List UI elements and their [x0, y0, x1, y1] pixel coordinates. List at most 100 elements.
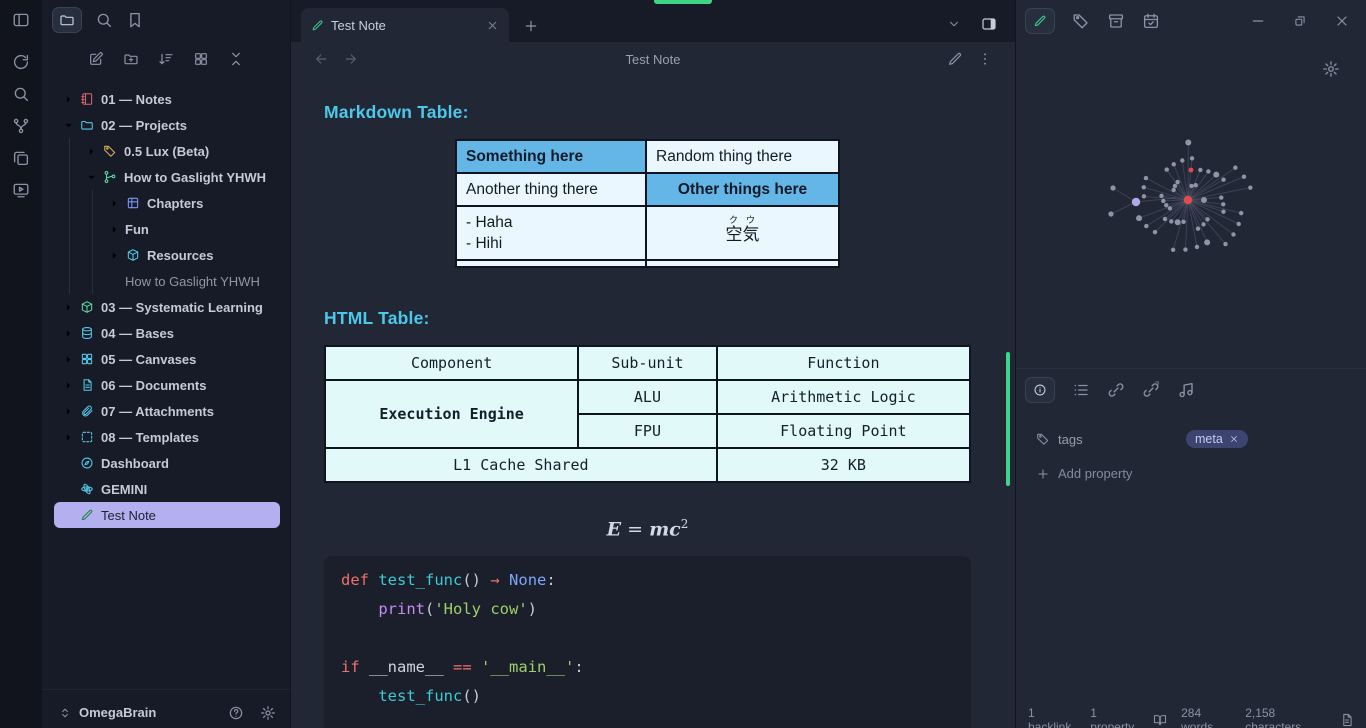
tree-chevron-icon[interactable]: [108, 197, 125, 210]
new-folder-icon[interactable]: [123, 51, 139, 67]
graph-node[interactable]: [1189, 184, 1193, 188]
graph-node[interactable]: [1153, 230, 1157, 234]
html-table-cell[interactable]: Function: [717, 346, 970, 380]
graph-node[interactable]: [1213, 172, 1219, 178]
music-tab-icon[interactable]: [1177, 381, 1195, 399]
md-table-cell[interactable]: [646, 260, 839, 267]
code-block[interactable]: def test_func() → None: print('Holy cow'…: [324, 556, 971, 728]
tree-item[interactable]: 01 — Notes: [54, 86, 280, 112]
file-status-icon[interactable]: [1340, 713, 1354, 727]
graph-node[interactable]: [1221, 209, 1225, 213]
tree-chevron-icon[interactable]: [62, 93, 79, 106]
graph-node[interactable]: [1198, 168, 1202, 172]
graph-node[interactable]: [1233, 165, 1237, 169]
graph-node[interactable]: [1110, 185, 1115, 190]
html-table-cell[interactable]: Execution Engine: [325, 380, 578, 448]
graph-node[interactable]: [1171, 248, 1175, 252]
tree-item[interactable]: 0.5 Lux (Beta): [54, 138, 280, 164]
graph-node[interactable]: [1181, 220, 1185, 224]
graph-settings-icon[interactable]: [1322, 60, 1340, 78]
tree-item[interactable]: 04 — Bases: [54, 320, 280, 346]
md-table-cell[interactable]: - Haha- Hihi: [456, 206, 646, 260]
graph-node[interactable]: [1239, 211, 1243, 215]
sync-icon[interactable]: [12, 53, 30, 71]
chip-remove-icon[interactable]: [1229, 434, 1239, 444]
graph-node[interactable]: [1231, 232, 1235, 236]
tree-chevron-icon[interactable]: [62, 405, 79, 418]
graph-node[interactable]: [1175, 180, 1179, 184]
tree-chevron-icon[interactable]: [85, 171, 102, 184]
graph-node[interactable]: [1190, 156, 1194, 160]
html-table-cell[interactable]: 32 KB: [717, 448, 970, 482]
graph-node-red[interactable]: [1189, 168, 1194, 173]
graph-node[interactable]: [1221, 202, 1225, 206]
graph-node[interactable]: [1144, 176, 1148, 180]
edit-toggle-active[interactable]: [1025, 8, 1055, 34]
graph-node-highlight[interactable]: [1132, 198, 1140, 206]
tags-pane-icon[interactable]: [1072, 12, 1090, 30]
tree-chevron-icon[interactable]: [62, 327, 79, 340]
graph-node[interactable]: [1205, 217, 1209, 221]
graph-node[interactable]: [1223, 242, 1227, 246]
tree-item-selected[interactable]: Test Note: [54, 502, 280, 528]
toggle-left-sidebar-icon[interactable]: [12, 11, 30, 29]
graph-node[interactable]: [1142, 185, 1146, 189]
tree-item[interactable]: Fun: [54, 216, 280, 242]
graph-node[interactable]: [1206, 169, 1210, 173]
markdown-table[interactable]: Something hereRandom thing thereAnother …: [455, 139, 840, 268]
graph-node[interactable]: [1185, 140, 1191, 146]
files-tab-active[interactable]: [52, 7, 82, 33]
tree-item[interactable]: 07 — Attachments: [54, 398, 280, 424]
tree-item[interactable]: 02 — Projects: [54, 112, 280, 138]
property-value-chip[interactable]: meta: [1186, 430, 1248, 448]
tree-chevron-icon[interactable]: [108, 249, 125, 262]
sort-icon[interactable]: [158, 51, 174, 67]
tree-chevron-icon[interactable]: [108, 223, 125, 236]
info-tab-active[interactable]: [1025, 377, 1055, 403]
backlinks-tab-icon[interactable]: [1107, 381, 1125, 399]
graph-node[interactable]: [1242, 175, 1246, 179]
tab-close-icon[interactable]: [486, 19, 499, 32]
graph-node[interactable]: [1201, 222, 1205, 226]
tree-item[interactable]: How to Gaslight YHWH: [54, 268, 280, 294]
graph-node[interactable]: [1172, 162, 1176, 166]
graph-node[interactable]: [1237, 222, 1241, 226]
graph-node[interactable]: [1194, 183, 1198, 187]
graph-node[interactable]: [1221, 177, 1225, 181]
graph-node[interactable]: [1180, 158, 1184, 162]
graph-node[interactable]: [1219, 195, 1223, 199]
property-count[interactable]: 1 property: [1090, 706, 1139, 728]
calendar-icon[interactable]: [1142, 12, 1160, 30]
search-icon[interactable]: [12, 85, 30, 103]
md-table-cell[interactable]: Another thing there: [456, 173, 646, 206]
collapse-all-icon[interactable]: [228, 51, 244, 67]
backlink-count[interactable]: 1 backlink: [1028, 706, 1076, 728]
graph-node[interactable]: [1165, 167, 1169, 171]
tree-item[interactable]: GEMINI: [54, 476, 280, 502]
graph-node[interactable]: [1175, 219, 1181, 225]
graph-node[interactable]: [1161, 199, 1165, 203]
graph-node[interactable]: [1171, 188, 1175, 192]
tree-chevron-icon[interactable]: [62, 379, 79, 392]
graph-node[interactable]: [1196, 226, 1200, 230]
graph-node[interactable]: [1195, 245, 1199, 249]
graph-node[interactable]: [1248, 185, 1252, 189]
add-property-button[interactable]: Add property: [1036, 466, 1346, 481]
html-table-cell[interactable]: Arithmetic Logic: [717, 380, 970, 414]
html-table-cell[interactable]: Sub-unit: [578, 346, 717, 380]
editor[interactable]: Markdown Table: Something hereRandom thi…: [291, 76, 1015, 728]
graph-node[interactable]: [1136, 215, 1142, 221]
graph-node[interactable]: [1108, 211, 1113, 216]
search-tab-icon[interactable]: [95, 11, 113, 29]
new-tab-icon[interactable]: [523, 18, 539, 34]
graph-node[interactable]: [1144, 224, 1148, 228]
graph-node[interactable]: [1142, 194, 1146, 198]
graph-node[interactable]: [1201, 197, 1207, 203]
tree-item[interactable]: 08 — Templates: [54, 424, 280, 450]
tree-item[interactable]: 05 — Canvases: [54, 346, 280, 372]
graph-node[interactable]: [1163, 217, 1167, 221]
html-table[interactable]: ComponentSub-unitFunctionExecution Engin…: [324, 345, 971, 483]
property-key[interactable]: tags: [1036, 432, 1186, 447]
tree-item[interactable]: Resources: [54, 242, 280, 268]
settings-icon[interactable]: [260, 705, 276, 721]
